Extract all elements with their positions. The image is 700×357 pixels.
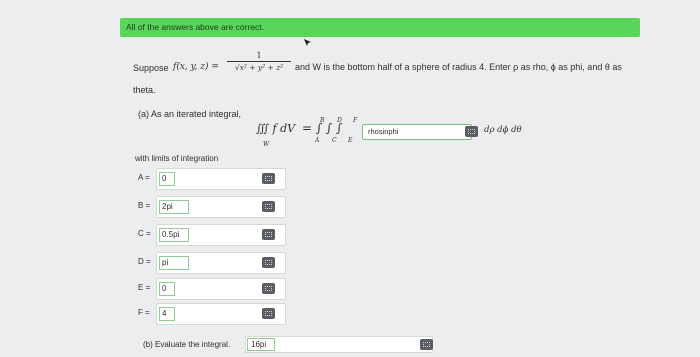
answer-field-container: 16pi	[245, 336, 433, 353]
limit-a-input[interactable]: 0	[159, 172, 175, 186]
limit-f-input[interactable]: 4	[159, 307, 175, 321]
limits-heading: with limits of integration	[135, 154, 219, 163]
limit-c-input[interactable]: 0.5pi	[159, 228, 189, 242]
limit-symbol-b: B	[320, 117, 325, 124]
limit-d-input[interactable]: pi	[159, 256, 189, 270]
limit-symbol-a: A	[315, 137, 320, 144]
keyboard-icon[interactable]	[262, 308, 275, 319]
integral-region: W	[263, 141, 270, 148]
part-b-label: (b) Evaluate the integral.	[143, 340, 231, 349]
limit-e-input[interactable]: 0	[159, 282, 175, 296]
banner-text: All of the answers above are correct.	[126, 22, 264, 32]
problem-statement-cont: theta.	[133, 85, 156, 95]
limit-label: A =	[138, 173, 150, 182]
keyboard-icon[interactable]	[262, 201, 275, 212]
keyboard-icon[interactable]	[420, 339, 433, 350]
problem-statement: and W is the bottom half of a sphere of …	[295, 62, 622, 72]
part-a-label: (a) As an iterated integral,	[138, 109, 242, 119]
differentials: dρ dϕ dθ	[484, 125, 522, 135]
suppose-text: Suppose	[133, 63, 169, 73]
fraction-numerator: 1	[256, 51, 262, 60]
limit-label: E =	[138, 283, 151, 292]
function-lhs: f(x, y, z) =	[173, 62, 219, 72]
integral-lhs: ∭ f dV	[256, 122, 296, 135]
fraction-bar	[227, 61, 291, 62]
fraction: 1 √x² + y² + z²	[227, 51, 291, 72]
integrand-input[interactable]: rhosinphi	[362, 124, 472, 140]
limit-label: F =	[138, 308, 150, 317]
limit-symbol-d: D	[337, 117, 342, 124]
keyboard-icon[interactable]	[262, 283, 275, 294]
limit-label: B =	[138, 201, 151, 210]
keyboard-icon[interactable]	[262, 229, 275, 240]
keyboard-icon[interactable]	[465, 126, 478, 137]
mouse-cursor-icon	[304, 39, 311, 46]
limit-b-input[interactable]: 2pi	[159, 200, 189, 214]
correct-banner: All of the answers above are correct.	[120, 18, 640, 37]
limit-label: D =	[138, 257, 151, 266]
fraction-denominator: √x² + y² + z²	[234, 63, 284, 72]
keyboard-icon[interactable]	[262, 257, 275, 268]
limit-label: C =	[138, 229, 151, 238]
integral-value-input[interactable]: 16pi	[247, 338, 275, 351]
keyboard-icon[interactable]	[262, 173, 275, 184]
limit-symbol-f: F	[353, 117, 358, 124]
limit-symbol-c: C	[332, 137, 337, 144]
limit-symbol-e: E	[348, 137, 353, 144]
